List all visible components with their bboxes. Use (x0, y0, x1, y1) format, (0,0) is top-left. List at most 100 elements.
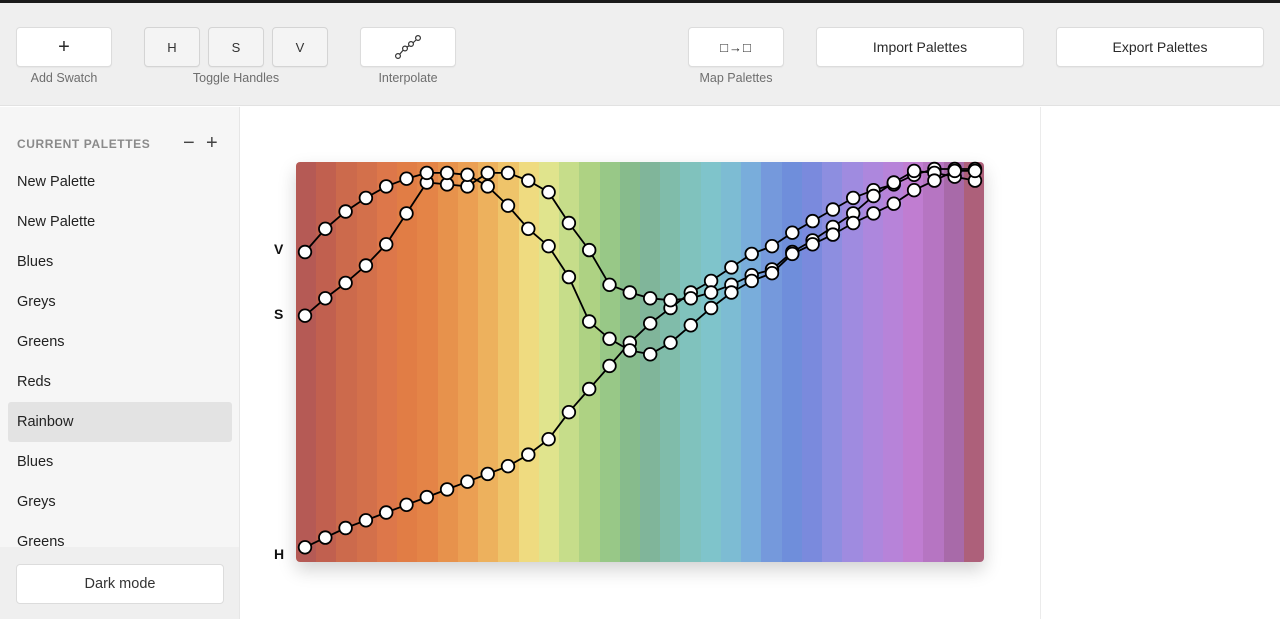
v-handle[interactable] (886, 196, 902, 211)
h-handle[interactable] (297, 540, 313, 555)
palette-list-item[interactable]: Blues (8, 442, 232, 482)
color-swatch[interactable] (336, 162, 357, 562)
v-handle[interactable] (622, 343, 638, 358)
v-handle[interactable] (643, 347, 658, 362)
v-handle[interactable] (967, 163, 983, 179)
interpolate-button[interactable] (360, 27, 456, 67)
h-handle[interactable] (358, 513, 374, 528)
color-swatch[interactable] (680, 162, 701, 562)
s-handle[interactable] (602, 277, 617, 293)
v-handle[interactable] (602, 331, 617, 347)
h-handle[interactable] (846, 190, 861, 206)
s-handle[interactable] (622, 285, 638, 300)
dark-mode-button[interactable]: Dark mode (16, 564, 224, 604)
palette-list-item-selected[interactable]: Rainbow (8, 402, 232, 442)
s-handle[interactable] (683, 291, 699, 306)
add-swatch-button[interactable]: + (16, 27, 112, 67)
v-handle[interactable] (582, 314, 597, 329)
v-handle[interactable] (744, 273, 759, 289)
s-handle[interactable] (582, 242, 597, 258)
h-handle[interactable] (521, 447, 536, 462)
s-handle[interactable] (521, 173, 536, 188)
color-swatch[interactable] (376, 162, 398, 562)
color-swatch[interactable] (943, 162, 964, 562)
s-handle[interactable] (866, 188, 881, 204)
color-swatch[interactable] (963, 162, 984, 562)
h-handle[interactable] (419, 489, 435, 505)
color-swatch[interactable] (579, 162, 600, 562)
v-handle[interactable] (297, 244, 313, 260)
h-handle[interactable] (399, 497, 414, 513)
h-handle[interactable] (500, 459, 516, 474)
h-handle[interactable] (764, 238, 780, 254)
h-handle[interactable] (805, 213, 820, 229)
map-palettes-button[interactable]: □→□ (688, 27, 784, 67)
h-handle[interactable] (785, 225, 800, 240)
v-handle[interactable] (825, 227, 841, 242)
color-swatch[interactable] (761, 162, 782, 562)
v-handle[interactable] (785, 246, 800, 262)
palette-list-item[interactable]: Greens (8, 522, 232, 547)
s-handle[interactable] (358, 258, 374, 273)
toggle-h-handle-button[interactable]: H (144, 27, 200, 67)
color-swatch[interactable] (538, 162, 560, 562)
h-handle[interactable] (480, 466, 495, 482)
palette-list-item[interactable]: Greens (8, 322, 232, 362)
h-handle[interactable] (724, 260, 739, 275)
v-handle[interactable] (419, 165, 435, 181)
s-handle[interactable] (886, 175, 902, 190)
color-swatch[interactable] (923, 162, 944, 562)
v-handle[interactable] (866, 206, 881, 221)
h-handle[interactable] (460, 474, 475, 489)
color-swatch[interactable] (619, 162, 640, 562)
v-handle[interactable] (439, 165, 455, 181)
color-swatch[interactable] (457, 162, 479, 562)
color-swatch[interactable] (720, 162, 742, 562)
v-handle[interactable] (805, 237, 820, 252)
palette-list-item[interactable]: Greys (8, 282, 232, 322)
color-swatch[interactable] (437, 162, 458, 562)
color-swatch[interactable] (478, 162, 499, 562)
v-handle[interactable] (338, 204, 353, 219)
h-handle[interactable] (439, 482, 455, 497)
v-handle[interactable] (460, 167, 475, 183)
s-handle[interactable] (338, 275, 353, 291)
v-handle[interactable] (906, 182, 922, 198)
h-handle[interactable] (561, 405, 577, 420)
color-swatch[interactable] (700, 162, 721, 562)
palette-swatch-strip[interactable] (296, 162, 984, 562)
color-swatch[interactable] (741, 162, 762, 562)
color-swatch[interactable] (296, 162, 317, 562)
palette-list-item[interactable]: New Palette (8, 202, 232, 242)
h-handle[interactable] (318, 530, 333, 545)
export-palettes-button[interactable]: Export Palettes (1056, 27, 1264, 67)
s-handle[interactable] (541, 184, 556, 200)
palette-list-item[interactable]: Greys (8, 482, 232, 522)
h-handle[interactable] (541, 432, 556, 447)
h-handle[interactable] (602, 358, 617, 374)
color-swatch[interactable] (660, 162, 681, 562)
s-handle[interactable] (906, 163, 922, 179)
s-handle[interactable] (663, 293, 678, 308)
color-swatch[interactable] (498, 162, 519, 562)
remove-palette-icon[interactable]: − (183, 131, 195, 155)
toggle-s-handle-button[interactable]: S (208, 27, 264, 67)
v-handle[interactable] (521, 221, 536, 237)
s-handle[interactable] (500, 165, 516, 181)
v-handle[interactable] (663, 335, 678, 350)
v-handle[interactable] (703, 300, 719, 316)
v-handle[interactable] (379, 179, 394, 194)
v-handle[interactable] (480, 179, 495, 194)
h-handle[interactable] (744, 246, 759, 262)
add-palette-icon[interactable]: + (206, 131, 218, 155)
palette-list-item[interactable]: Reds (8, 362, 232, 402)
h-handle[interactable] (379, 505, 394, 520)
v-handle[interactable] (724, 285, 739, 300)
v-handle[interactable] (846, 215, 861, 231)
s-handle[interactable] (703, 285, 719, 300)
s-handle[interactable] (379, 237, 394, 252)
v-handle[interactable] (683, 318, 699, 333)
color-swatch[interactable] (639, 162, 661, 562)
h-handle[interactable] (582, 381, 597, 397)
color-swatch[interactable] (882, 162, 904, 562)
